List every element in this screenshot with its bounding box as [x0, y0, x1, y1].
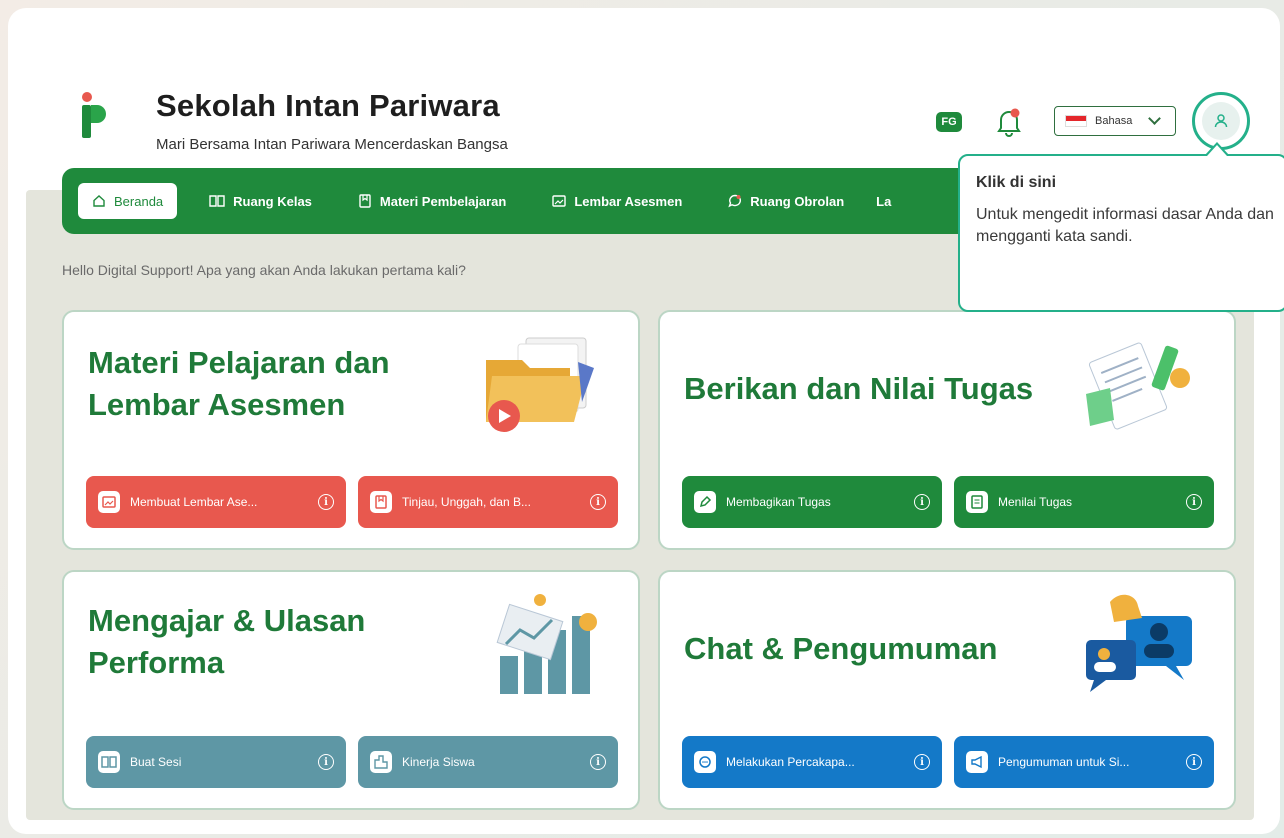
performance-chart-illustration-icon: [496, 594, 597, 694]
nav-label: Ruang Kelas: [233, 193, 312, 209]
message-icon: [694, 751, 716, 773]
book-icon: [209, 195, 225, 207]
info-icon[interactable]: i: [318, 754, 334, 770]
school-title: Sekolah Intan Pariwara: [156, 88, 500, 123]
assignment-illustration-icon: [1086, 342, 1190, 430]
user-icon: [1202, 102, 1240, 140]
info-icon[interactable]: i: [318, 494, 334, 510]
card-mengajar: Mengajar & Ulasan Performa Buat Sesi i K…: [62, 570, 640, 810]
start-conversation-button[interactable]: Melakukan Percakapa... i: [682, 736, 942, 788]
nav-item-materi-pembelajaran[interactable]: Materi Pembelajaran: [344, 183, 520, 219]
card-chat: Chat & Pengumuman Melakukan Percakapa...…: [658, 570, 1236, 810]
document-icon: [966, 491, 988, 513]
chevron-down-icon: [1148, 112, 1162, 125]
card-title: Chat & Pengumuman: [684, 631, 998, 666]
card-title-line: Lembar Asesmen: [88, 386, 346, 422]
nav-label: La: [876, 193, 892, 209]
bookmark-icon: [359, 194, 371, 208]
image-icon: [552, 195, 567, 207]
image-icon: [98, 491, 120, 513]
grade-assignment-button[interactable]: Menilai Tugas i: [954, 476, 1214, 528]
nav-item-truncated[interactable]: La: [876, 183, 905, 219]
logo-icon: [82, 92, 106, 138]
building-icon: [370, 751, 392, 773]
nav-label: Beranda: [114, 193, 164, 209]
card-title-line: Performa: [88, 644, 225, 680]
nav-label: Materi Pembelajaran: [379, 193, 507, 209]
language-label: Bahasa: [1095, 115, 1133, 127]
card-title-line: Mengajar & Ulasan: [88, 603, 366, 638]
student-performance-button[interactable]: Kinerja Siswa i: [358, 736, 618, 788]
profile-tooltip: Klik di sini Untuk mengedit informasi da…: [958, 154, 1284, 312]
school-tagline: Mari Bersama Intan Pariwara Mencerdaskan…: [156, 136, 508, 153]
chat-icon: [728, 194, 742, 208]
button-label: Membagikan Tugas: [726, 495, 831, 509]
chat-illustration-icon: [1086, 594, 1192, 692]
info-icon[interactable]: i: [914, 494, 930, 510]
nav-item-ruang-kelas[interactable]: Ruang Kelas: [195, 183, 326, 219]
create-assessment-button[interactable]: Membuat Lembar Ase... i: [86, 476, 346, 528]
tooltip-title: Klik di sini: [976, 174, 1057, 191]
review-upload-button[interactable]: Tinjau, Unggah, dan B... i: [358, 476, 618, 528]
button-label: Melakukan Percakapa...: [726, 755, 855, 769]
button-label: Membuat Lembar Ase...: [130, 495, 258, 509]
fg-badge-icon[interactable]: FG: [936, 112, 962, 132]
nav-label: Lembar Asesmen: [574, 193, 683, 209]
card-title: Mengajar & Ulasan Performa: [88, 600, 365, 683]
share-assignment-button[interactable]: Membagikan Tugas i: [682, 476, 942, 528]
info-icon[interactable]: i: [590, 754, 606, 770]
card-title-line: Materi Pelajaran dan: [88, 345, 390, 380]
indonesia-flag-icon: [1065, 115, 1087, 127]
card-title: Berikan dan Nilai Tugas: [684, 371, 1034, 406]
megaphone-icon: [966, 751, 988, 773]
info-icon[interactable]: i: [1186, 494, 1202, 510]
nav-label: Ruang Obrolan: [750, 193, 845, 209]
notification-bell-icon[interactable]: [994, 106, 1024, 138]
button-label: Menilai Tugas: [998, 495, 1073, 509]
language-selector[interactable]: Bahasa: [1054, 106, 1176, 136]
info-icon[interactable]: i: [1186, 754, 1202, 770]
info-icon[interactable]: i: [914, 754, 930, 770]
create-session-button[interactable]: Buat Sesi i: [86, 736, 346, 788]
button-label: Pengumuman untuk Si...: [998, 755, 1130, 769]
tooltip-arrow-fill: [1207, 145, 1227, 156]
button-label: Tinjau, Unggah, dan B...: [402, 495, 531, 509]
announcement-button[interactable]: Pengumuman untuk Si... i: [954, 736, 1214, 788]
bookmark-icon: [370, 491, 392, 513]
greeting-text: Hello Digital Support! Apa yang akan And…: [62, 262, 466, 278]
book-icon: [98, 751, 120, 773]
card-title: Materi Pelajaran dan Lembar Asesmen: [88, 342, 390, 425]
nav-item-beranda[interactable]: Beranda: [78, 183, 178, 219]
card-materi-asesmen: Materi Pelajaran dan Lembar Asesmen Memb…: [62, 310, 640, 550]
home-icon: [93, 195, 105, 207]
info-icon[interactable]: i: [590, 494, 606, 510]
button-label: Buat Sesi: [130, 755, 182, 769]
nav-item-ruang-obrolan[interactable]: Ruang Obrolan: [714, 183, 858, 219]
folder-illustration-icon: [486, 337, 594, 432]
pen-icon: [694, 491, 716, 513]
button-label: Kinerja Siswa: [402, 755, 475, 769]
nav-item-lembar-asesmen[interactable]: Lembar Asesmen: [538, 183, 696, 219]
tooltip-body: Untuk mengedit informasi dasar Anda dan …: [976, 206, 1274, 245]
card-tugas: Berikan dan Nilai Tugas Membagikan Tugas…: [658, 310, 1236, 550]
